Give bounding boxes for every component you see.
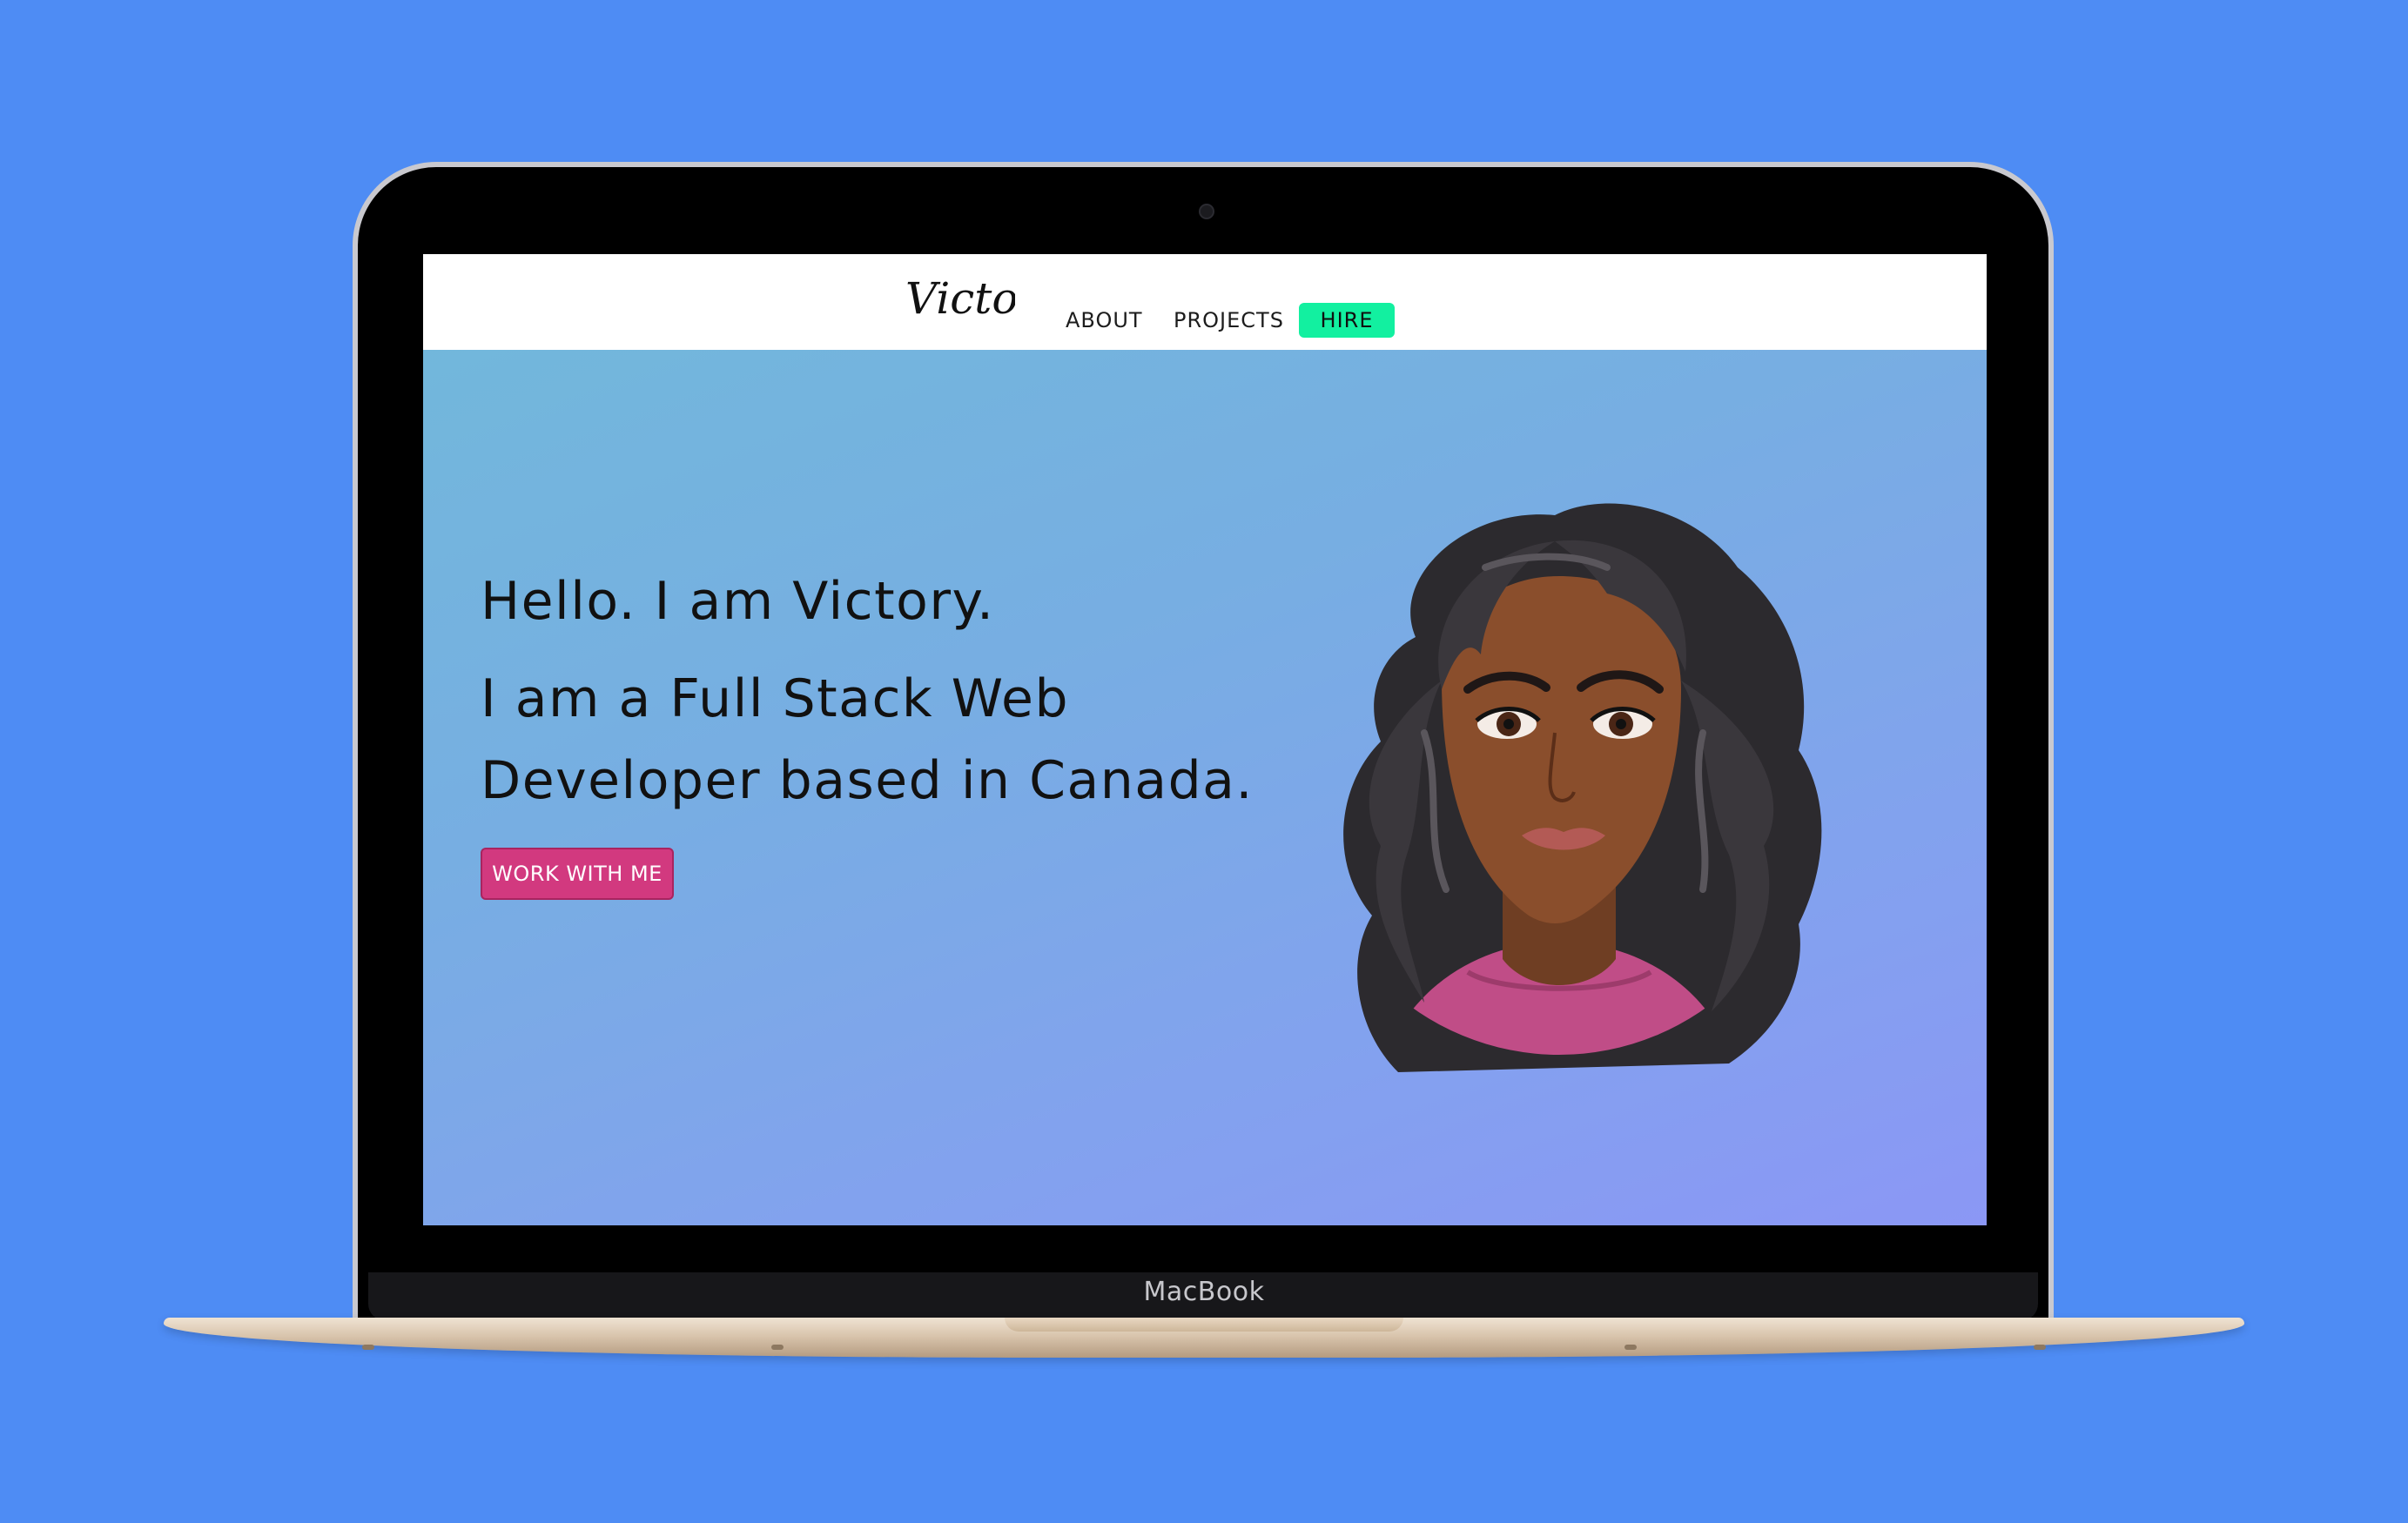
nav-hire-button[interactable]: HIRE bbox=[1299, 303, 1395, 338]
hero-tagline-line-1: I am a Full Stack Web bbox=[481, 668, 1070, 729]
laptop-foot bbox=[362, 1345, 374, 1350]
hero-tagline-line-2: Developer based in Canada. bbox=[481, 750, 1254, 811]
browser-viewport: Victory ABOUT PROJECTS HIRE Hello. I am … bbox=[423, 254, 1987, 1225]
hero-greeting: Hello. I am Victory. bbox=[481, 571, 995, 632]
laptop-opening-notch bbox=[1005, 1318, 1403, 1332]
logo-text: Victory bbox=[905, 273, 1015, 324]
nav-about-link[interactable]: ABOUT bbox=[1066, 308, 1143, 332]
laptop-foot bbox=[1624, 1345, 1637, 1350]
work-with-me-button[interactable]: WORK WITH ME bbox=[481, 848, 674, 900]
nav-projects-link[interactable]: PROJECTS bbox=[1174, 308, 1284, 332]
webcam-icon bbox=[1199, 204, 1214, 219]
victory-logo[interactable]: Victory bbox=[902, 258, 1015, 345]
site-navbar: Victory ABOUT PROJECTS HIRE bbox=[423, 254, 1987, 350]
macbook-label: MacBook bbox=[1143, 1277, 1265, 1307]
laptop-foot bbox=[771, 1345, 784, 1350]
laptop-foot bbox=[2034, 1345, 2046, 1350]
woman-avatar-icon bbox=[1343, 503, 1822, 1072]
